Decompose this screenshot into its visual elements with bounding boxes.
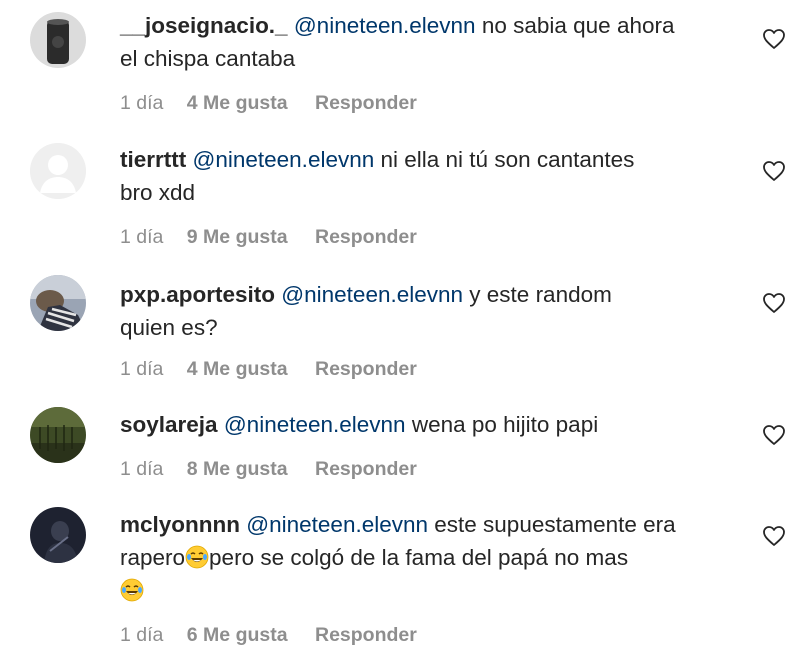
avatar[interactable] (30, 275, 86, 331)
comment-likes[interactable]: 4 Me gusta (187, 358, 288, 381)
comment-likes[interactable]: 6 Me gusta (187, 624, 288, 647)
comment-body: ni ella ni tú son cantantes (374, 147, 635, 172)
reply-button[interactable]: Responder (315, 226, 417, 249)
heart-outline-icon[interactable] (762, 292, 786, 314)
comment-body: wena po hijito papi (405, 412, 599, 437)
default-user-avatar (30, 143, 86, 199)
comment-text: tierrttt @nineteen.elevnn ni ella ni tú … (120, 143, 720, 209)
comment-likes[interactable]: 8 Me gusta (187, 458, 288, 481)
laughing-tears-emoji (185, 545, 209, 569)
comment-time[interactable]: 1 día (120, 92, 163, 115)
comment-time[interactable]: 1 día (120, 358, 163, 381)
mention-link[interactable]: @nineteen.elevnn (294, 13, 476, 38)
comment-time[interactable]: 1 día (120, 624, 163, 647)
comment-body: quien es? (120, 315, 218, 340)
reply-button[interactable]: Responder (315, 624, 417, 647)
heart-outline-icon[interactable] (762, 424, 786, 446)
comment-meta: 1 día 6 Me gusta Responder (120, 624, 417, 647)
comment-text: mclyonnnn @nineteen.elevnn este supuesta… (120, 508, 720, 607)
heart-outline-icon[interactable] (762, 525, 786, 547)
comment-body: bro xdd (120, 180, 196, 205)
comment-meta: 1 día 4 Me gusta Responder (120, 358, 417, 381)
laughing-tears-emoji (120, 578, 144, 602)
comment-username[interactable]: __joseignacio._ (120, 13, 288, 38)
comment-body: rapero (120, 545, 186, 570)
dark-photo-avatar (30, 507, 86, 563)
comment-meta: 1 día 9 Me gusta Responder (120, 226, 417, 249)
heart-outline-icon[interactable] (762, 28, 786, 50)
comment-username[interactable]: mclyonnnn (120, 512, 240, 537)
comment-text: soylareja @nineteen.elevnn wena po hijit… (120, 408, 720, 441)
mention-link[interactable]: @nineteen.elevnn (281, 282, 463, 307)
comment-likes[interactable]: 9 Me gusta (187, 226, 288, 249)
reply-button[interactable]: Responder (315, 358, 417, 381)
avatar[interactable] (30, 407, 86, 463)
dark-can-avatar (30, 12, 86, 68)
comment-username[interactable]: pxp.aportesito (120, 282, 275, 307)
reply-button[interactable]: Responder (315, 458, 417, 481)
green-photo-avatar (30, 407, 86, 463)
comment-time[interactable]: 1 día (120, 458, 163, 481)
comment-body: el chispa cantaba (120, 46, 296, 71)
comment-likes[interactable]: 4 Me gusta (187, 92, 288, 115)
avatar[interactable] (30, 507, 86, 563)
photo-avatar (30, 275, 86, 331)
comment-body: pero se colgó de la fama del papá no mas (209, 545, 629, 570)
comment-username[interactable]: soylareja (120, 412, 218, 437)
heart-outline-icon[interactable] (762, 160, 786, 182)
comment-body: este supuestamente era (428, 512, 676, 537)
mention-link[interactable]: @nineteen.elevnn (224, 412, 406, 437)
avatar[interactable] (30, 12, 86, 68)
comment-body: y este random (463, 282, 612, 307)
comment-username[interactable]: tierrttt (120, 147, 186, 172)
mention-link[interactable]: @nineteen.elevnn (246, 512, 428, 537)
comment-text: pxp.aportesito @nineteen.elevnn y este r… (120, 278, 720, 344)
avatar[interactable] (30, 143, 86, 199)
mention-link[interactable]: @nineteen.elevnn (193, 147, 375, 172)
comment-meta: 1 día 8 Me gusta Responder (120, 458, 417, 481)
comment-text: __joseignacio._ @nineteen.elevnn no sabi… (120, 9, 720, 75)
reply-button[interactable]: Responder (315, 92, 417, 115)
comment-time[interactable]: 1 día (120, 226, 163, 249)
comment-meta: 1 día 4 Me gusta Responder (120, 92, 417, 115)
comment-body: no sabia que ahora (475, 13, 675, 38)
